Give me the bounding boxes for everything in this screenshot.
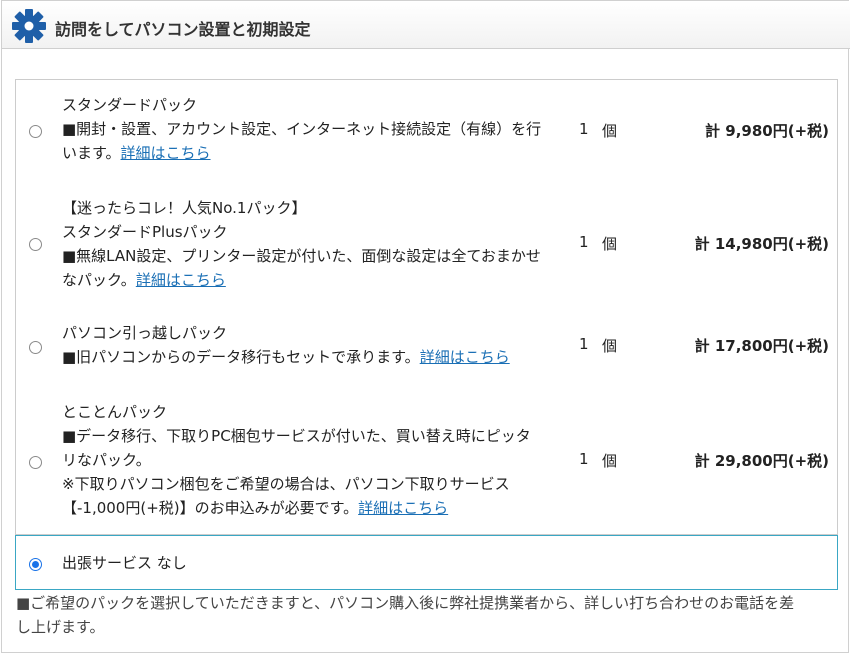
footer-note-line: し上げます。 — [16, 618, 105, 636]
option-description: 【迷ったらコレ！人気No.1パック】 スタンダードPlusパック ■無線LAN設… — [62, 196, 572, 292]
option-detail-line: ※下取りパソコン梱包をご希望の場合は、パソコン下取りサービス — [62, 475, 510, 493]
option-name: パソコン引っ越しパック — [62, 324, 228, 342]
option-detail-line: なパック。 — [62, 271, 136, 289]
details-link[interactable]: 詳細はこちら — [358, 499, 448, 517]
option-description: パソコン引っ越しパック ■旧パソコンからのデータ移行もセットで承ります。詳細はこ… — [62, 321, 572, 369]
no-service-label: 出張サービス なし — [62, 554, 187, 572]
quantity-value: 1 — [579, 450, 589, 468]
option-detail-line: ■旧パソコンからのデータ移行もセットで承ります。 — [62, 348, 420, 366]
panel-header: 訪問をしてパソコン設置と初期設定 — [2, 1, 850, 49]
quantity-unit: 個 — [602, 122, 618, 140]
price-total: 計 29,800円(+税) — [694, 452, 829, 470]
option-full-service-pack[interactable]: とことんパック ■データ移行、下取りPC梱包サービスが付いた、買い替え時にピッタ… — [16, 386, 837, 534]
quantity-value: 1 — [579, 233, 589, 251]
price-total: 計 9,980円(+税) — [705, 122, 829, 140]
option-name: スタンダードパック — [62, 96, 198, 114]
gear-icon — [12, 9, 46, 43]
option-standard-pack[interactable]: スタンダードパック ■開封・設置、アカウント設定、インターネット接続設定（有線）… — [16, 80, 837, 180]
option-detail-line: リなパック。 — [62, 451, 151, 469]
quantity-value: 1 — [579, 335, 589, 353]
footer-note: ■ご希望のパックを選択していただきますと、パソコン購入後に弊社提携業者から、詳し… — [16, 591, 836, 639]
radio-standard-pack[interactable] — [29, 125, 42, 138]
radio-full-service-pack[interactable] — [29, 456, 42, 469]
option-standard-plus-pack[interactable]: 【迷ったらコレ！人気No.1パック】 スタンダードPlusパック ■無線LAN設… — [16, 180, 837, 304]
option-name: とことんパック — [62, 403, 168, 421]
quantity-unit: 個 — [602, 452, 618, 470]
radio-standard-plus-pack[interactable] — [29, 238, 42, 251]
service-panel: 訪問をしてパソコン設置と初期設定 スタンダードパック ■開封・設置、アカウント設… — [1, 0, 850, 653]
details-link[interactable]: 詳細はこちら — [121, 144, 211, 162]
option-detail-line: 【-1,000円(+税)】のお申込みが必要です。 — [62, 499, 359, 517]
price-total: 計 14,980円(+税) — [694, 235, 829, 253]
details-link[interactable]: 詳細はこちら — [136, 271, 226, 289]
panel-title: 訪問をしてパソコン設置と初期設定 — [55, 20, 311, 39]
radio-no-service[interactable] — [29, 558, 42, 571]
quantity-unit: 個 — [602, 337, 618, 355]
option-detail-line: ■開封・設置、アカウント設定、インターネット接続設定（有線）を行 — [62, 120, 542, 138]
details-link[interactable]: 詳細はこちら — [420, 348, 510, 366]
option-description: スタンダードパック ■開封・設置、アカウント設定、インターネット接続設定（有線）… — [62, 93, 572, 165]
option-detail-line: ■データ移行、下取りPC梱包サービスが付いた、買い替え時にピッタ — [62, 427, 531, 445]
option-detail-line: ■無線LAN設定、プリンター設定が付いた、面倒な設定は全ておまかせ — [62, 247, 541, 265]
radio-pc-migration-pack[interactable] — [29, 341, 42, 354]
option-tagline: 【迷ったらコレ！人気No.1パック】 — [62, 199, 307, 217]
option-detail-line: います。 — [62, 144, 121, 162]
option-pc-migration-pack[interactable]: パソコン引っ越しパック ■旧パソコンからのデータ移行もセットで承ります。詳細はこ… — [16, 304, 837, 386]
option-no-service[interactable]: 出張サービス なし — [15, 535, 838, 590]
footer-note-line: ■ご希望のパックを選択していただきますと、パソコン購入後に弊社提携業者から、詳し… — [16, 594, 795, 612]
quantity-unit: 個 — [602, 235, 618, 253]
quantity-value: 1 — [579, 120, 589, 138]
pack-options: スタンダードパック ■開封・設置、アカウント設定、インターネット接続設定（有線）… — [15, 79, 838, 535]
option-name: スタンダードPlusパック — [62, 223, 228, 241]
option-description: とことんパック ■データ移行、下取りPC梱包サービスが付いた、買い替え時にピッタ… — [62, 400, 572, 520]
price-total: 計 17,800円(+税) — [694, 337, 829, 355]
